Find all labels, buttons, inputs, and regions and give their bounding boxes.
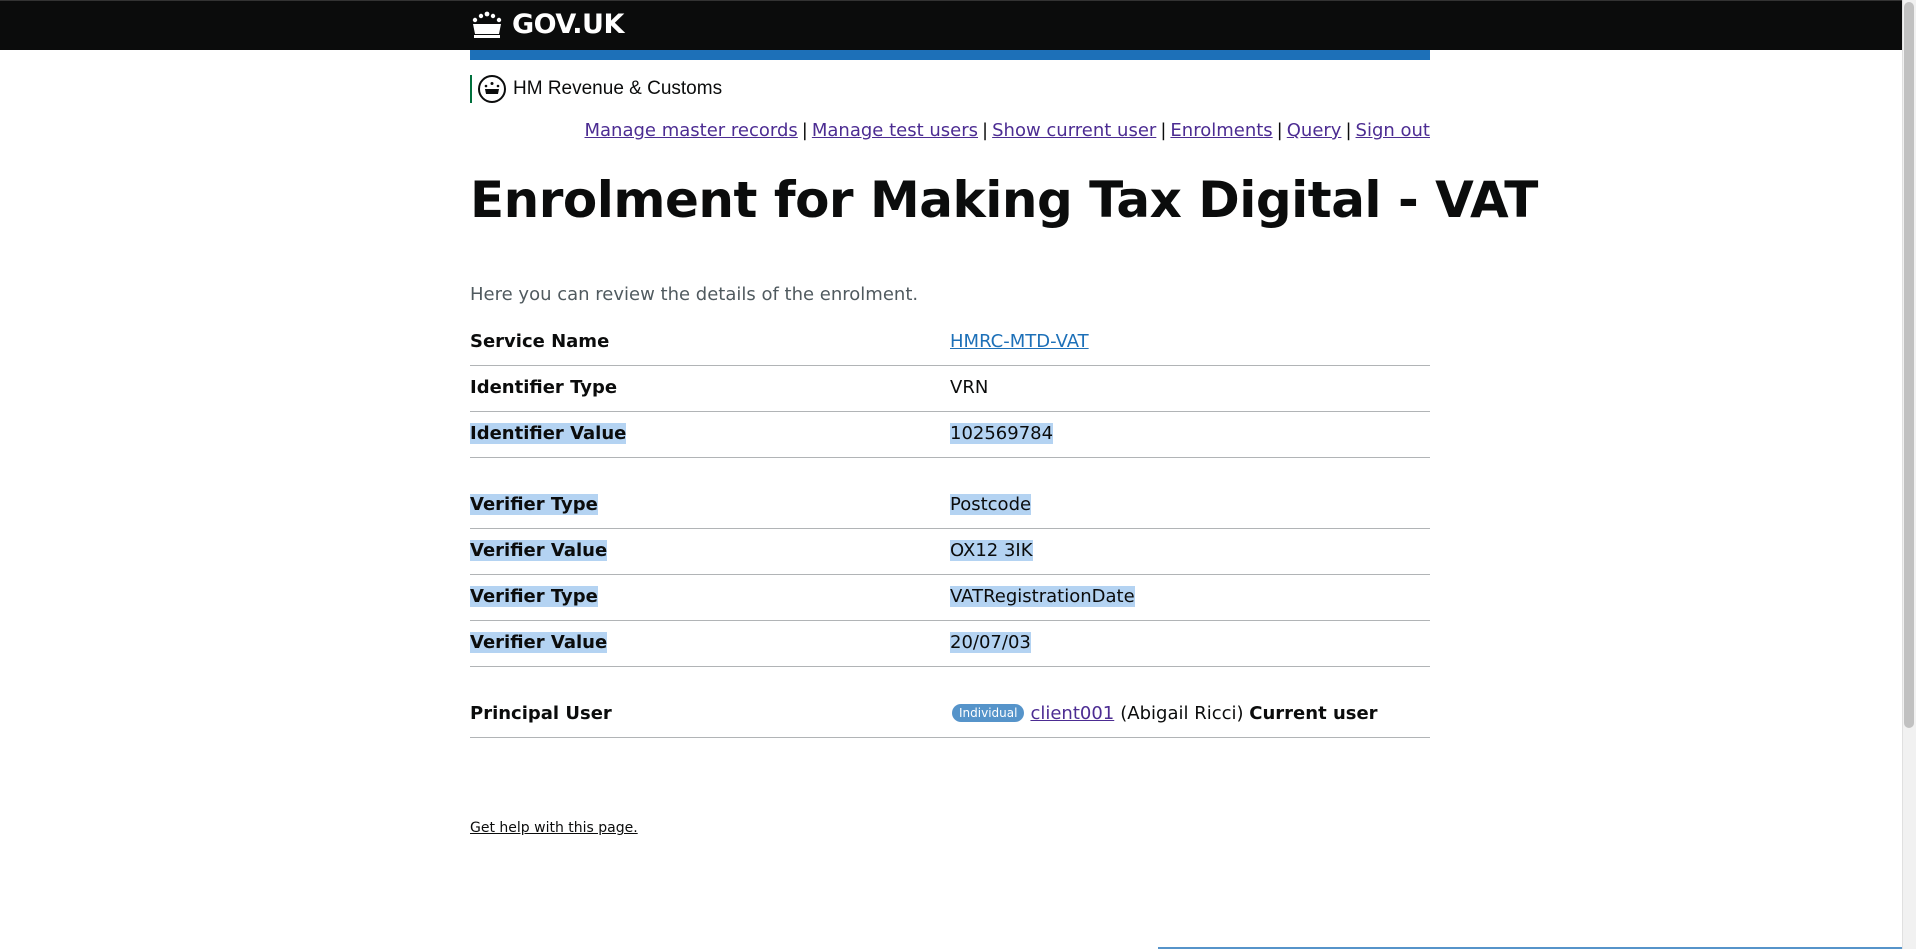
detail-value: VRN [950,377,989,398]
detail-key: Principal User [470,703,612,724]
detail-row-principal-user: Principal User Individual client001 (Abiga… [470,692,1430,738]
header-blue-band [470,50,1430,60]
detail-key: Identifier Type [470,377,618,398]
department-name: HM Revenue & Customs [513,78,723,99]
detail-value: VATRegistrationDate [950,586,1135,607]
detail-key: Verifier Value [470,540,608,561]
top-navigation: Manage master records | Manage test users |… [584,120,1431,141]
hmrc-department-banner: HM Revenue & Customs [470,75,722,103]
detail-value: OX12 3IK [950,540,1033,561]
detail-row-verifier: Verifier Value OX12 3IK [470,529,1430,575]
hmrc-crest-icon [478,75,506,103]
detail-key: Verifier Value [470,632,608,653]
vertical-scrollbar[interactable] [1902,0,1916,949]
detail-row-identifier-type: Identifier Type VRN [470,366,1430,412]
enrolment-details-list: Service Name HMRC-MTD-VAT Identifier Typ… [470,320,1430,738]
detail-row-verifier: Verifier Type VATRegistrationDate [470,575,1430,621]
govuk-header: GOV.UK [0,0,1902,50]
nav-sign-out[interactable]: Sign out [1356,120,1430,141]
detail-value: Postcode [950,494,1032,515]
detail-row-service-name: Service Name HMRC-MTD-VAT [470,320,1430,366]
service-name-link[interactable]: HMRC-MTD-VAT [950,331,1089,352]
intro-text: Here you can review the details of the e… [470,284,919,305]
nav-manage-test-users[interactable]: Manage test users [812,120,978,141]
current-user-label: Current user [1249,703,1378,724]
govuk-logo-link[interactable]: GOV.UK [470,9,624,40]
nav-query[interactable]: Query [1287,120,1342,141]
detail-value: 102569784 [950,423,1054,444]
page-title: Enrolment for Making Tax Digital - VAT [470,171,1538,229]
nav-manage-master-records[interactable]: Manage master records [585,120,798,141]
detail-key: Verifier Type [470,494,598,515]
detail-row-verifier: Verifier Value 20/07/03 [470,621,1430,667]
detail-value: 20/07/03 [950,632,1031,653]
detail-key: Verifier Type [470,586,598,607]
principal-user-name: (Abigail Ricci) [1120,703,1244,724]
nav-enrolments[interactable]: Enrolments [1170,120,1272,141]
detail-row-identifier-value: Identifier Value 102569784 [470,412,1430,458]
principal-user-link[interactable]: client001 [1030,703,1114,724]
detail-row-verifier: Verifier Type Postcode [470,483,1430,529]
govuk-logo-text: GOV.UK [512,9,624,40]
user-type-badge: Individual [952,704,1025,722]
detail-key: Identifier Value [470,423,627,444]
get-help-link[interactable]: Get help with this page. [470,820,638,836]
principal-user-value: Individual client001 (Abigail Ricci) Curre… [950,703,1378,724]
nav-show-current-user[interactable]: Show current user [992,120,1156,141]
scrollbar-thumb[interactable] [1904,2,1914,728]
crown-icon [472,11,502,38]
detail-key: Service Name [470,331,610,352]
